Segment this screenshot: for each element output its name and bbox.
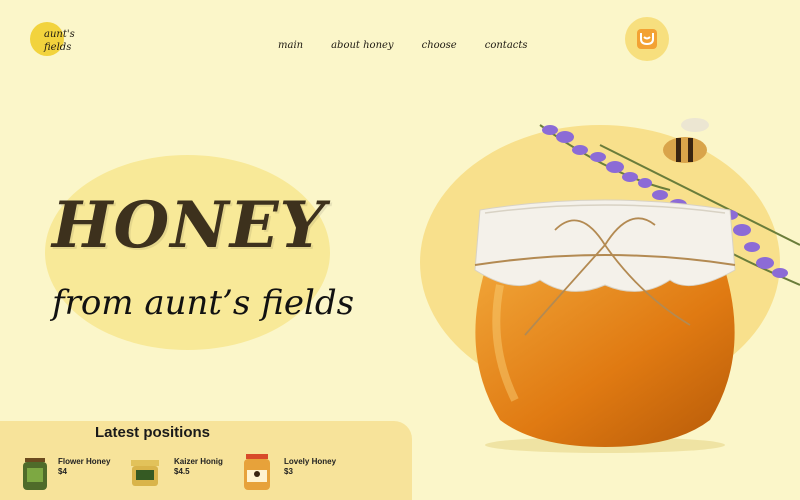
honey-jar-image: [474, 118, 800, 453]
brand-logo[interactable]: aunt's fields: [30, 22, 80, 62]
lovely-honey-jar-icon: [244, 454, 270, 490]
nav-item-choose[interactable]: choose: [422, 40, 457, 51]
shopping-bag-icon: [637, 29, 657, 49]
product-price: $3: [284, 467, 293, 476]
nav-item-contacts[interactable]: contacts: [485, 40, 528, 51]
product-name: Kaizer Honig: [174, 457, 223, 466]
cart-button[interactable]: [625, 17, 669, 61]
hero-subtitle: from aunt’s fields: [52, 283, 355, 323]
product-name: Lovely Honey: [284, 457, 337, 466]
nav-item-main[interactable]: main: [278, 40, 303, 51]
brand-name: aunt's fields: [44, 29, 75, 53]
nav-item-about-honey[interactable]: about honey: [331, 40, 394, 51]
bee: [663, 118, 709, 163]
latest-positions-title: Latest positions: [95, 424, 211, 441]
product-price: $4: [58, 467, 67, 476]
hero-title: HONEY: [52, 188, 327, 263]
product-name: Flower Honey: [58, 457, 111, 466]
product-price: $4.5: [174, 467, 190, 476]
flower-honey-jar-icon: [23, 458, 47, 490]
main-nav: main about honey choose contacts: [278, 40, 556, 51]
kaizer-honig-jar-icon: [131, 460, 159, 486]
